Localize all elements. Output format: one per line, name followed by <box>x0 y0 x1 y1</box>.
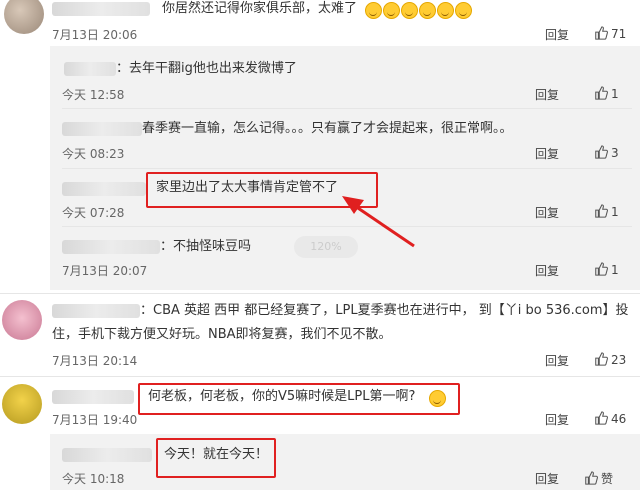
reply-text: ：去年干翻ig他也出来发微博了 <box>116 61 297 76</box>
reply-button[interactable]: 回复 <box>535 145 559 162</box>
reply-button[interactable]: 回复 <box>545 26 569 43</box>
reply-text: ：不抽怪味豆吗 <box>160 239 252 254</box>
like-button[interactable]: 71 <box>594 26 626 41</box>
thumbs-up-icon <box>595 352 608 366</box>
thumbs-up-icon <box>595 411 608 425</box>
username[interactable] <box>62 122 142 136</box>
zoom-badge: 120% <box>294 236 358 258</box>
reply-button[interactable]: 回复 <box>545 352 569 369</box>
username[interactable] <box>52 2 150 16</box>
like-button[interactable]: 46 <box>594 411 626 426</box>
cry-emoji-icon <box>455 2 472 19</box>
like-count: 1 <box>611 263 619 277</box>
divider <box>62 108 632 109</box>
reply-time: 今天 07:28 <box>62 206 125 220</box>
emoji-icons <box>364 1 472 20</box>
like-button[interactable]: 1 <box>594 262 619 277</box>
thumbs-up-icon <box>595 86 608 100</box>
avatar[interactable] <box>2 384 42 424</box>
reply-text: 今天！就在今天！ <box>164 447 269 462</box>
reply-button[interactable]: 回复 <box>535 262 559 279</box>
reply-button[interactable]: 回复 <box>535 204 559 221</box>
thumbs-up-icon <box>595 204 608 218</box>
username[interactable] <box>62 448 152 462</box>
cry-emoji-icon <box>419 2 436 19</box>
thumbs-up-icon <box>595 262 608 276</box>
like-button[interactable]: 1 <box>594 86 619 101</box>
like-button[interactable]: 3 <box>594 145 619 160</box>
username[interactable] <box>52 390 134 404</box>
reply-time: 今天 08:23 <box>62 147 125 161</box>
reply-text: 家里边出了太大事情肯定管不了 <box>156 180 339 195</box>
cheeky-emoji-icon <box>429 390 446 407</box>
comment-time: 7月13日 20:06 <box>52 28 138 42</box>
comment-text: 你居然还记得你家俱乐部，太难了 <box>162 1 358 16</box>
thumbs-up-icon <box>595 26 608 40</box>
avatar[interactable] <box>4 0 44 34</box>
reply-button[interactable]: 回复 <box>535 86 559 103</box>
like-count: 46 <box>611 412 627 426</box>
like-button[interactable]: 赞 <box>584 470 613 487</box>
like-count: 23 <box>611 353 627 367</box>
username[interactable] <box>62 240 160 254</box>
username[interactable] <box>64 62 116 76</box>
like-count: 1 <box>611 87 619 101</box>
like-count: 3 <box>611 146 619 160</box>
reply-text: 春季赛一直输，怎么记得。。。只有赢了才会提起来，很正常啊。。 <box>142 121 513 136</box>
reply-time: 今天 12:58 <box>62 88 125 102</box>
reply-time: 7月13日 20:07 <box>62 264 148 278</box>
cry-emoji-icon <box>401 2 418 19</box>
reply-time: 今天 10:18 <box>62 472 125 486</box>
cry-emoji-icon <box>365 2 382 19</box>
like-count: 71 <box>611 27 627 41</box>
like-button[interactable]: 23 <box>594 352 626 367</box>
username[interactable] <box>62 182 146 196</box>
avatar[interactable] <box>2 300 42 340</box>
reply-button[interactable]: 回复 <box>545 411 569 428</box>
comment-text: ：CBA 英超 西甲 都已经复赛了，LPL夏季赛也在进行中， 到【丫i bo 5… <box>140 303 629 318</box>
comment-time: 7月13日 19:40 <box>52 413 138 427</box>
username[interactable] <box>52 304 140 318</box>
divider <box>0 293 640 294</box>
thumbs-up-icon <box>595 145 608 159</box>
thumbs-up-icon <box>585 471 598 485</box>
comment-text-line2: 住，手机下裁方便又好玩。NBA即将复赛，我们不见不散。 <box>52 327 392 342</box>
cry-emoji-icon <box>437 2 454 19</box>
like-button[interactable]: 1 <box>594 204 619 219</box>
divider <box>62 168 632 169</box>
like-count: 赞 <box>601 472 614 486</box>
reply-button[interactable]: 回复 <box>535 470 559 487</box>
like-count: 1 <box>611 205 619 219</box>
comment-time: 7月13日 20:14 <box>52 354 138 368</box>
divider <box>0 376 640 377</box>
comment-text: 何老板，何老板，你的V5嘛时候是LPL第一啊? <box>148 389 416 404</box>
cry-emoji-icon <box>383 2 400 19</box>
